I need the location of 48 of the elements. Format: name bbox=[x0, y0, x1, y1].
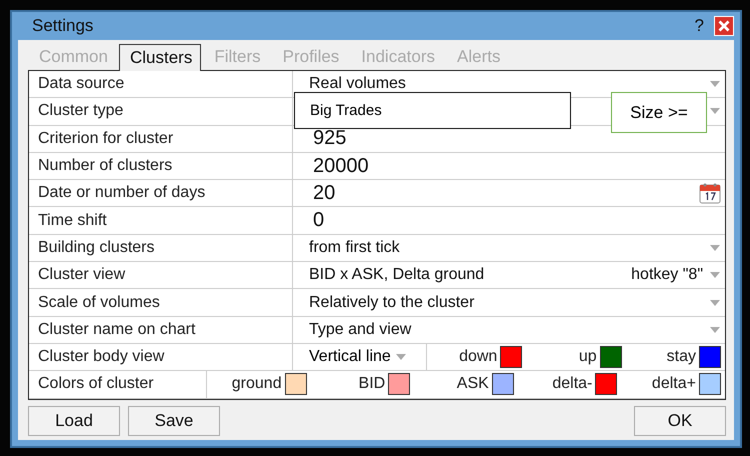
dropdown-value[interactable]: BID x ASK, Delta ground bbox=[309, 266, 626, 284]
setting-label: Criterion for cluster bbox=[29, 126, 293, 152]
color-label: delta+ bbox=[652, 375, 696, 394]
color-label: delta- bbox=[552, 375, 592, 394]
dropdown-value[interactable]: Real volumes bbox=[309, 75, 703, 94]
color-label: stay bbox=[666, 348, 696, 366]
setting-label: Cluster type bbox=[29, 98, 293, 125]
tab[interactable]: Clusters bbox=[118, 44, 202, 71]
setting-label: Number of clusters bbox=[29, 152, 293, 180]
callout-box: Size >= bbox=[611, 92, 707, 133]
color-label: BID bbox=[358, 375, 386, 394]
dropdown-value[interactable]: Type and view bbox=[309, 320, 703, 339]
color-swatch[interactable] bbox=[600, 346, 622, 368]
value-field[interactable]: 20 bbox=[313, 182, 693, 205]
setting-label: Colors of cluster bbox=[29, 371, 207, 398]
window-title: Settings bbox=[32, 16, 94, 36]
color-label: ASK bbox=[456, 375, 489, 394]
setting-label: Scale of volumes bbox=[29, 289, 293, 316]
color-swatch[interactable] bbox=[500, 346, 522, 368]
value-field[interactable]: 20000 bbox=[313, 154, 721, 178]
hotkey-hint: hotkey "8" bbox=[631, 266, 703, 284]
setting-label: Time shift bbox=[29, 207, 293, 234]
dialog-button[interactable]: Save bbox=[128, 406, 220, 436]
setting-label: Cluster view bbox=[29, 262, 293, 288]
setting-label: Date or number of days bbox=[29, 180, 293, 206]
dropdown-value[interactable]: from first tick bbox=[309, 238, 703, 257]
ok-button[interactable]: OK bbox=[634, 406, 726, 436]
color-swatch[interactable] bbox=[698, 346, 721, 368]
dropdown-value[interactable]: Vertical line bbox=[309, 348, 391, 366]
value-field[interactable]: 0 bbox=[313, 209, 721, 232]
color-swatch[interactable] bbox=[388, 373, 410, 396]
color-swatch[interactable] bbox=[284, 373, 307, 396]
setting-label: Data source bbox=[29, 71, 293, 98]
color-swatch[interactable] bbox=[492, 373, 514, 396]
dialog-button[interactable]: Load bbox=[28, 406, 120, 436]
callout-box: Big Trades bbox=[294, 92, 571, 129]
setting-label: Building clusters bbox=[29, 234, 293, 262]
setting-label: Cluster body view bbox=[29, 344, 293, 370]
color-label: up bbox=[578, 348, 597, 366]
dropdown-value[interactable]: Relatively to the cluster bbox=[309, 294, 703, 312]
calendar-icon[interactable] bbox=[699, 182, 721, 204]
color-swatch[interactable] bbox=[698, 373, 721, 396]
close-icon[interactable] bbox=[714, 16, 734, 36]
color-label: down bbox=[459, 348, 498, 366]
help-button[interactable]: ? bbox=[694, 16, 704, 36]
color-swatch[interactable] bbox=[595, 373, 618, 396]
setting-label: Cluster name on chart bbox=[29, 316, 293, 343]
color-label: ground bbox=[232, 375, 282, 394]
